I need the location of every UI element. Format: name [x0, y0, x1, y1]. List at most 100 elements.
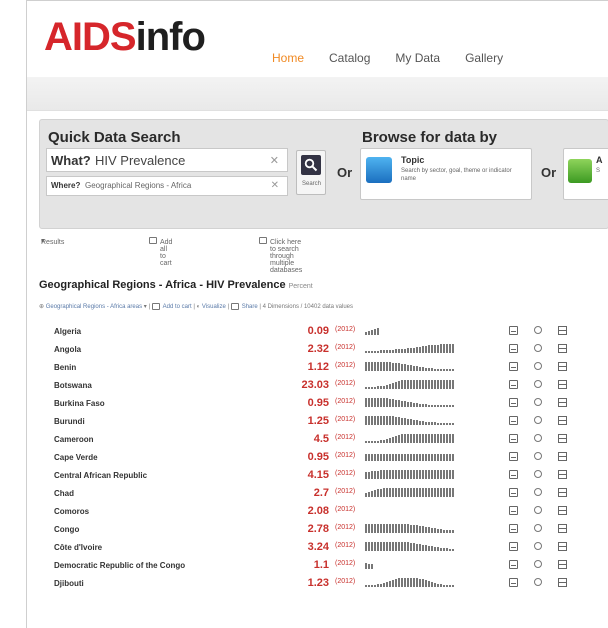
table-icon[interactable] — [558, 452, 567, 461]
sparkline[interactable] — [365, 470, 497, 479]
map-icon[interactable] — [534, 434, 542, 442]
country-name[interactable]: Chad — [54, 489, 74, 498]
sparkline[interactable] — [365, 434, 497, 443]
table-icon[interactable] — [558, 542, 567, 551]
chart-icon[interactable] — [509, 344, 518, 353]
chart-icon[interactable] — [509, 506, 518, 515]
browse-by-topic-card[interactable]: Topic Search by sector, goal, theme or i… — [360, 148, 532, 200]
map-icon[interactable] — [534, 362, 542, 370]
chart-icon[interactable] — [509, 362, 518, 371]
where-value[interactable]: Geographical Regions - Africa — [85, 181, 191, 190]
country-name[interactable]: Central African Republic — [54, 471, 147, 480]
chart-icon[interactable] — [509, 578, 518, 587]
sparkline[interactable] — [365, 362, 497, 371]
country-name[interactable]: Cameroon — [54, 435, 94, 444]
chart-icon[interactable] — [509, 560, 518, 569]
map-icon[interactable] — [534, 452, 542, 460]
country-name[interactable]: Angola — [54, 345, 81, 354]
nav-catalog[interactable]: Catalog — [329, 51, 370, 65]
search-button[interactable]: Search — [296, 150, 326, 195]
nav-home[interactable]: Home — [272, 51, 304, 65]
country-name[interactable]: Democratic Republic of the Congo — [54, 561, 185, 570]
what-field[interactable]: What? HIV Prevalence ✕ — [46, 148, 288, 172]
map-icon[interactable] — [534, 344, 542, 352]
sparkline-bar — [413, 420, 415, 425]
sparkline[interactable] — [365, 326, 497, 335]
table-icon[interactable] — [558, 380, 567, 389]
map-icon[interactable] — [534, 578, 542, 586]
clear-where-icon[interactable]: ✕ — [271, 180, 279, 191]
map-icon[interactable] — [534, 488, 542, 496]
map-icon[interactable] — [534, 524, 542, 532]
sparkline[interactable] — [365, 524, 497, 533]
sparkline[interactable] — [365, 578, 497, 587]
country-name[interactable]: Benin — [54, 363, 76, 372]
chart-icon[interactable] — [509, 524, 518, 533]
sparkline[interactable] — [365, 452, 497, 461]
chart-icon[interactable] — [509, 380, 518, 389]
chart-icon[interactable] — [509, 326, 518, 335]
country-name[interactable]: Cape Verde — [54, 453, 98, 462]
map-icon[interactable] — [534, 416, 542, 424]
what-value[interactable]: HIV Prevalence — [95, 153, 185, 168]
sparkline[interactable] — [365, 344, 497, 353]
nav-gallery[interactable]: Gallery — [465, 51, 503, 65]
map-icon[interactable] — [534, 326, 542, 334]
map-icon[interactable] — [534, 380, 542, 388]
table-icon[interactable] — [558, 506, 567, 515]
country-name[interactable]: Côte d'Ivoire — [54, 543, 102, 552]
table-icon[interactable] — [558, 578, 567, 587]
share-link[interactable]: Share — [242, 304, 258, 310]
table-icon[interactable] — [558, 362, 567, 371]
add-all-to-cart-button[interactable]: Add all to cart — [149, 237, 172, 267]
country-name[interactable]: Djibouti — [54, 579, 84, 588]
clear-what-icon[interactable]: ✕ — [270, 154, 279, 167]
chart-icon[interactable] — [509, 488, 518, 497]
table-icon[interactable] — [558, 416, 567, 425]
map-icon[interactable] — [534, 560, 542, 568]
aidsinfo-logo[interactable]: AIDSinfo — [44, 15, 206, 59]
table-icon[interactable] — [558, 524, 567, 533]
sparkline[interactable] — [365, 398, 497, 407]
table-icon[interactable] — [558, 434, 567, 443]
where-field[interactable]: Where? Geographical Regions - Africa ✕ — [46, 176, 288, 196]
map-icon[interactable] — [534, 470, 542, 478]
chart-icon[interactable] — [509, 398, 518, 407]
data-info: 4 Dimensions / 10402 data values — [262, 304, 354, 311]
results-toolbar: Results ▾ Add all to cart Click here to … — [39, 235, 599, 274]
map-icon[interactable] — [534, 542, 542, 550]
sparkline[interactable] — [365, 542, 497, 551]
country-name[interactable]: Comoros — [54, 507, 89, 516]
regions-filter-link[interactable]: Geographical Regions - Africa areas — [46, 304, 142, 310]
chart-icon[interactable] — [509, 416, 518, 425]
table-icon[interactable] — [558, 398, 567, 407]
sparkline[interactable] — [365, 560, 497, 569]
country-name[interactable]: Burkina Faso — [54, 399, 105, 408]
multi-database-search-link[interactable]: Click here to search through multiple da… — [259, 237, 302, 274]
chart-icon[interactable] — [509, 434, 518, 443]
table-icon[interactable] — [558, 488, 567, 497]
table-icon[interactable] — [558, 560, 567, 569]
map-icon[interactable] — [534, 506, 542, 514]
prevalence-value: 1.12 — [307, 361, 329, 373]
country-name[interactable]: Congo — [54, 525, 79, 534]
country-name[interactable]: Algeria — [54, 327, 81, 336]
chart-icon[interactable] — [509, 452, 518, 461]
country-name[interactable]: Burundi — [54, 417, 85, 426]
table-icon[interactable] — [558, 470, 567, 479]
table-icon[interactable] — [558, 344, 567, 353]
country-name[interactable]: Botswana — [54, 381, 92, 390]
chart-icon[interactable] — [509, 542, 518, 551]
map-icon[interactable] — [534, 398, 542, 406]
sparkline[interactable] — [365, 506, 497, 515]
table-icon[interactable] — [558, 326, 567, 335]
chart-icon[interactable] — [509, 470, 518, 479]
add-to-cart-link[interactable]: Add to cart — [163, 304, 192, 310]
visualize-link[interactable]: Visualize — [202, 304, 226, 310]
sparkline[interactable] — [365, 416, 497, 425]
results-dropdown[interactable]: Results ▾ — [41, 237, 64, 246]
nav-my-data[interactable]: My Data — [395, 51, 440, 65]
sparkline[interactable] — [365, 380, 497, 389]
sparkline[interactable] — [365, 488, 497, 497]
browse-by-area-card[interactable]: A S — [563, 148, 608, 200]
